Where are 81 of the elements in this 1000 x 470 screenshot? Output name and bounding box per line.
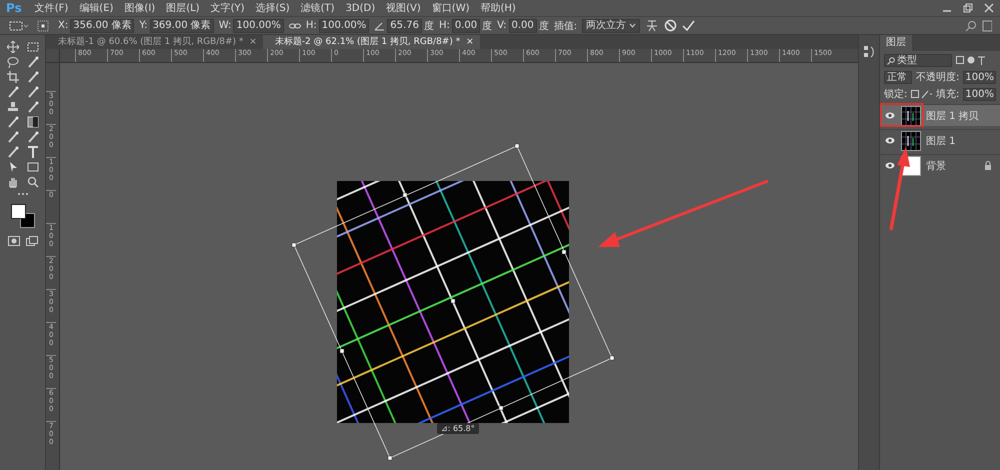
fill-field[interactable]: 100%	[963, 88, 996, 100]
tab-close-button[interactable]: ×	[249, 37, 257, 47]
fill-label: 填充:	[936, 88, 960, 101]
more-tools-icon[interactable]	[16, 192, 28, 196]
filter-dropdown[interactable]: 类型	[884, 54, 952, 67]
move-icon[interactable]	[4, 41, 20, 53]
filter-buttons-icon[interactable]	[956, 56, 986, 65]
highlight-box	[880, 103, 924, 127]
field-label: V:	[497, 20, 506, 31]
interpolation-dropdown[interactable]: 两次立方	[582, 18, 640, 32]
tab-close-button[interactable]: ×	[466, 37, 474, 47]
link-icon[interactable]	[288, 22, 301, 30]
opacity-label: 不透明度:	[916, 70, 960, 84]
menu-item[interactable]: 文件(F)	[34, 1, 68, 15]
menu-item[interactable]: 视图(V)	[386, 1, 421, 15]
rectangle-icon[interactable]	[24, 161, 40, 173]
field-label: Y:	[139, 20, 148, 31]
value-field[interactable]: 65.76	[387, 18, 422, 32]
layer-row[interactable]: 图层 1 拷贝	[880, 104, 1000, 126]
unit-label: 度	[538, 20, 549, 32]
interpolation-label: 插值:	[554, 20, 578, 32]
value-field[interactable]: 100.00%	[233, 18, 284, 32]
angle-tooltip: ⊿: 65.8°	[437, 423, 479, 434]
value-field[interactable]: 369.00 像素	[150, 18, 214, 32]
layer-row[interactable]: 图层 1	[880, 129, 1000, 151]
workspace-icon[interactable]	[982, 20, 992, 32]
marquee-icon[interactable]	[24, 41, 40, 53]
layer-name: 图层 1	[926, 134, 957, 148]
menu-item[interactable]: 图层(L)	[166, 1, 200, 15]
eye-icon[interactable]	[885, 162, 895, 169]
value-field[interactable]: 0.00	[508, 18, 537, 32]
caret-icon	[629, 23, 636, 28]
quick-mask-icon[interactable]	[8, 236, 20, 246]
field-label: W:	[218, 20, 232, 31]
transform-tool-icon[interactable]	[8, 20, 28, 32]
layer-name: 背景	[926, 160, 947, 172]
lock-label: 锁定:	[884, 88, 908, 101]
menu-item[interactable]: 滤镜(T)	[300, 1, 335, 15]
cancel-icon[interactable]	[664, 19, 678, 32]
document-tab[interactable]: 未标题-1 @ 60.6% (图层 1 拷贝, RGB/8#) * ×	[46, 35, 263, 49]
restore-icon[interactable]	[963, 3, 973, 13]
search-icon	[887, 56, 895, 64]
warp-icon[interactable]	[645, 18, 660, 32]
app-logo: Ps	[6, 1, 22, 15]
field-label: H:	[438, 20, 450, 31]
value-field[interactable]: 356.00 像素	[70, 18, 134, 32]
field-label: H:	[306, 20, 317, 31]
crop-icon[interactable]	[4, 71, 20, 83]
layer-name: 图层 1 拷贝	[926, 110, 980, 122]
close-icon[interactable]	[984, 3, 994, 13]
value-field[interactable]: 0.00	[452, 18, 480, 32]
color-swatches-icon[interactable]	[10, 204, 34, 228]
reference-point-icon[interactable]	[37, 20, 49, 32]
angle-icon	[374, 20, 386, 30]
menu-item[interactable]: 文字(Y)	[210, 1, 244, 15]
blend-mode-dropdown[interactable]: 正常	[884, 70, 912, 84]
menu-item[interactable]: 窗口(W)	[432, 1, 470, 15]
commit-icon[interactable]	[682, 19, 696, 32]
eye-icon[interactable]	[885, 137, 895, 144]
lasso-icon[interactable]	[4, 56, 20, 68]
layers-tab[interactable]: 图层	[880, 35, 912, 51]
unit-label: 度	[482, 20, 492, 32]
layer-thumbnail	[901, 130, 921, 150]
document-tab[interactable]: 未标题-2 @ 62.1% (图层 1 拷贝, RGB/8#) * ×	[262, 35, 480, 49]
menu-item[interactable]: 图像(I)	[124, 1, 156, 15]
transform-box[interactable]	[292, 144, 614, 460]
gradient-icon[interactable]	[24, 116, 40, 128]
field-label: X:	[58, 20, 68, 31]
lock-options-icon[interactable]	[911, 90, 932, 98]
menu-item[interactable]: 3D(D)	[346, 2, 376, 14]
eye-icon[interactable]	[885, 112, 895, 119]
menu-item[interactable]: 编辑(E)	[79, 1, 114, 15]
menu-item[interactable]: 帮助(H)	[480, 1, 516, 15]
unit-label: 度	[424, 20, 434, 32]
screen-mode-icon[interactable]	[26, 236, 38, 246]
opacity-field[interactable]: 100%	[963, 70, 996, 84]
value-field[interactable]: 100.00%	[318, 18, 370, 32]
layer-thumbnail	[901, 106, 921, 126]
menu-item[interactable]: 选择(S)	[255, 1, 290, 15]
search-icon[interactable]	[965, 20, 977, 32]
panel-icon[interactable]	[863, 45, 875, 59]
